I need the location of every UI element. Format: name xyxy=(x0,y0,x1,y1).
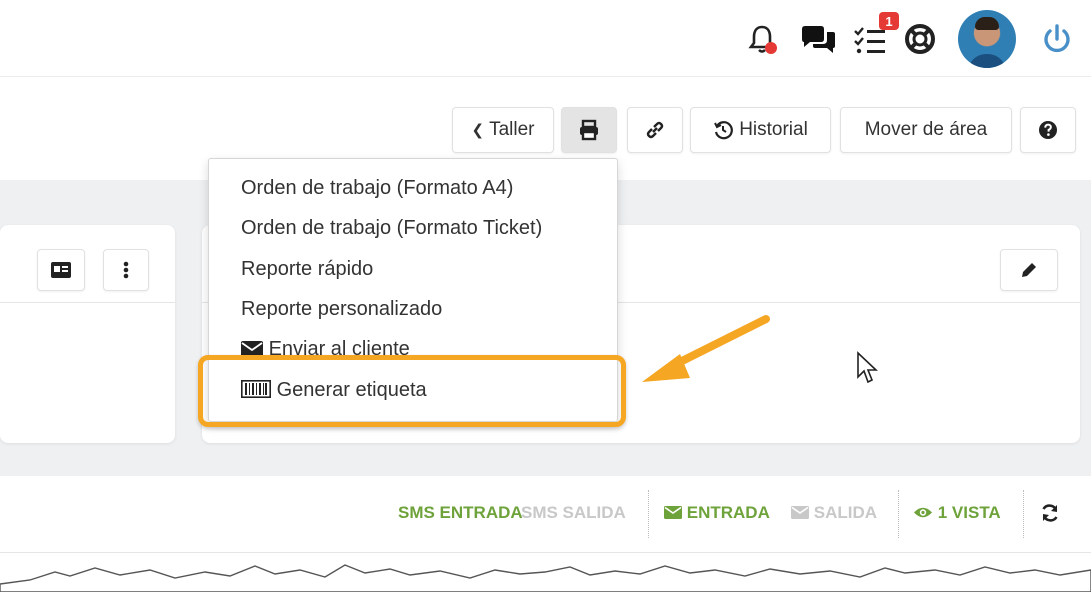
divider xyxy=(648,490,649,538)
menu-item-enviar-cliente[interactable]: Enviar al cliente xyxy=(241,338,410,356)
lifebuoy-icon[interactable] xyxy=(900,19,940,59)
salida-label: SALIDA xyxy=(813,503,878,522)
tab-vista[interactable]: 1 VISTA xyxy=(913,503,1001,523)
tasks-badge: 1 xyxy=(879,12,899,30)
annotation-highlight-box xyxy=(198,355,626,427)
entrada-label: ENTRADA xyxy=(686,503,770,522)
top-navbar: 1 xyxy=(0,0,1091,77)
menu-item-reporte-rapido[interactable]: Reporte rápido xyxy=(241,258,373,281)
back-to-taller-button[interactable]: ❮ Taller xyxy=(452,107,554,153)
chevron-left-icon: ❮ xyxy=(471,122,485,139)
tab-sms-entrada[interactable]: SMS ENTRADA xyxy=(398,503,523,523)
taller-label: Taller xyxy=(489,119,535,140)
kebab-menu-icon xyxy=(123,261,129,279)
divider xyxy=(1023,490,1024,538)
divider xyxy=(898,490,899,538)
avatar[interactable] xyxy=(958,10,1016,68)
chat-icon[interactable] xyxy=(798,19,838,59)
link-button[interactable] xyxy=(627,107,683,153)
tab-sms-salida[interactable]: SMS SALIDA xyxy=(521,503,626,523)
bell-icon[interactable] xyxy=(742,19,782,59)
historial-button[interactable]: Historial xyxy=(690,107,831,153)
more-options-button[interactable] xyxy=(103,249,149,291)
historial-label: Historial xyxy=(739,119,808,140)
menu-item-reporte-personalizado[interactable]: Reporte personalizado xyxy=(241,298,442,321)
envelope-icon xyxy=(664,506,682,519)
edit-button[interactable] xyxy=(1000,249,1058,291)
eye-icon xyxy=(914,507,932,518)
client-card xyxy=(0,225,175,443)
refresh-icon[interactable] xyxy=(1040,503,1060,523)
power-icon[interactable] xyxy=(1037,19,1077,59)
print-icon xyxy=(580,119,598,141)
tab-entrada[interactable]: ENTRADA xyxy=(664,503,770,523)
contact-card-button[interactable] xyxy=(37,249,85,291)
envelope-icon xyxy=(791,506,809,519)
enviar-cliente-label: Enviar al cliente xyxy=(268,338,410,356)
link-icon xyxy=(646,121,664,139)
id-card-icon xyxy=(51,262,71,278)
mouse-cursor-icon xyxy=(857,351,878,384)
tab-salida[interactable]: SALIDA xyxy=(791,503,877,523)
annotation-arrow-icon xyxy=(642,315,770,382)
mover-area-button[interactable]: Mover de área xyxy=(840,107,1012,153)
print-button[interactable] xyxy=(561,107,617,153)
envelope-icon xyxy=(241,341,263,356)
history-icon xyxy=(714,121,734,140)
help-button[interactable] xyxy=(1020,107,1076,153)
torn-edge-decoration xyxy=(0,564,1091,592)
pencil-icon xyxy=(1022,263,1036,277)
vista-label: 1 VISTA xyxy=(937,503,1001,522)
menu-item-orden-ticket[interactable]: Orden de trabajo (Formato Ticket) xyxy=(241,217,542,240)
mover-area-label: Mover de área xyxy=(864,119,988,140)
question-icon xyxy=(1039,121,1057,139)
menu-item-orden-a4[interactable]: Orden de trabajo (Formato A4) xyxy=(241,177,513,200)
